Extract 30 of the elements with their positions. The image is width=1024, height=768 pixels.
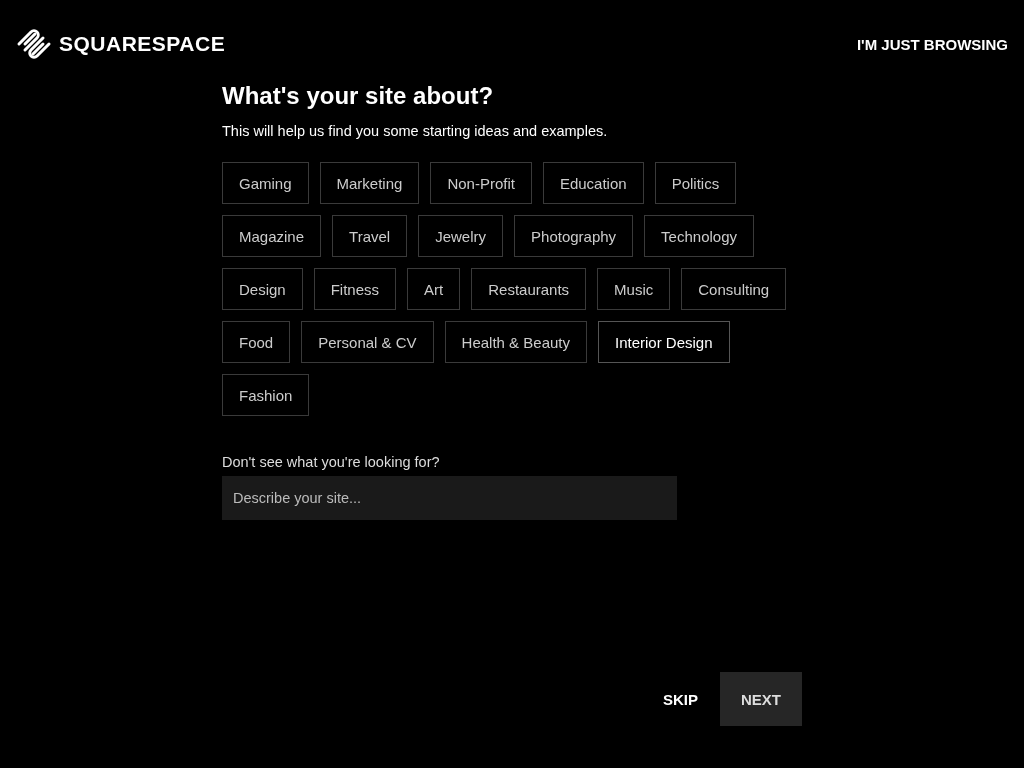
topic-button[interactable]: Travel — [332, 215, 408, 257]
topic-button[interactable]: Jewelry — [418, 215, 504, 257]
logo-text: SQUARESPACE — [59, 32, 226, 56]
topic-button[interactable]: Health & Beauty — [444, 321, 587, 363]
topic-button[interactable]: Fashion — [222, 374, 310, 416]
topic-button[interactable]: Food — [222, 321, 291, 363]
page-heading: What's your site about? — [222, 82, 495, 110]
topic-button[interactable]: Non-Profit — [430, 162, 532, 204]
topic-button[interactable]: Music — [597, 268, 671, 310]
topic-button[interactable]: Art — [407, 268, 461, 310]
topic-button[interactable]: Marketing — [319, 162, 420, 204]
topic-button[interactable]: Restaurants — [471, 268, 587, 310]
topic-button[interactable]: Magazine — [222, 215, 322, 257]
custom-topic-label: Don't see what you're looking for? — [222, 454, 441, 470]
browse-link[interactable]: I'M JUST BROWSING — [856, 35, 1008, 53]
page-subheading: This will help us find you some starting ideas and examples. — [222, 123, 609, 139]
topic-button[interactable]: Personal & CV — [301, 321, 434, 363]
skip-button[interactable]: SKIP — [647, 678, 714, 720]
topic-button[interactable]: Consulting — [681, 268, 787, 310]
describe-site-field[interactable]: Describe your site... — [222, 476, 677, 520]
topic-button[interactable]: Design — [222, 268, 303, 310]
logo-icon — [16, 28, 52, 60]
topic-button[interactable]: Gaming — [222, 162, 309, 204]
topic-button[interactable]: Technology — [644, 215, 754, 257]
next-button[interactable]: NEXT — [720, 672, 802, 726]
topic-button[interactable]: Photography — [514, 215, 634, 257]
topic-button[interactable]: Interior Design — [598, 321, 730, 363]
topic-button[interactable]: Politics — [654, 162, 737, 204]
topic-button[interactable]: Fitness — [313, 268, 397, 310]
topic-button[interactable]: Education — [542, 162, 644, 204]
